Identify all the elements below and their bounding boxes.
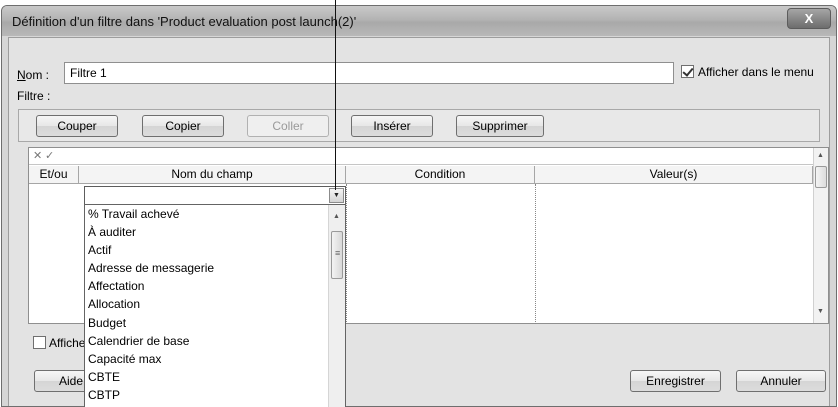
list-item[interactable]: À auditer [85,223,345,241]
insert-button[interactable]: Insérer [351,115,433,137]
show-related-checkbox[interactable] [33,336,46,349]
list-item[interactable]: Calendrier de base [85,332,345,350]
close-icon: X [804,11,814,26]
list-item[interactable]: % Travail achevé [85,205,345,223]
column-header-field-name[interactable]: Nom du champ [79,166,346,184]
window-title: Définition d'un filtre dans 'Product eva… [12,14,357,29]
name-label: Nom : [17,68,50,82]
save-button[interactable]: Enregistrer [630,370,721,392]
list-item[interactable]: Adresse de messagerie [85,259,345,277]
show-related-label: Affiche [49,336,86,350]
list-scrollbar[interactable]: ▲ ≡ [328,205,345,407]
column-header-condition[interactable]: Condition [346,166,535,184]
column-header-and-or[interactable]: Et/ou [29,166,79,184]
grid-scroll-thumb[interactable] [815,166,827,188]
filter-label: Filtre : [17,89,51,103]
scroll-up-icon[interactable]: ▲ [333,213,340,220]
list-item[interactable]: Allocation [85,295,345,313]
column-divider [346,184,347,324]
list-item[interactable]: Budget [85,314,345,332]
grid-scrollbar[interactable]: ▲ ▼ [813,148,828,323]
paste-button[interactable]: Coller [247,115,329,137]
column-header-values[interactable]: Valeur(s) [535,166,813,184]
grip-icon: ≡ [335,248,341,258]
show-in-menu-label: Afficher dans le menu [698,65,814,79]
title-bar: Définition d'un filtre dans 'Product eva… [2,6,836,36]
copy-button[interactable]: Copier [142,115,224,137]
field-name-combobox[interactable]: ▼ [84,186,346,205]
list-scroll-thumb[interactable]: ≡ [331,231,343,279]
list-item[interactable]: CBTP [85,386,345,404]
scroll-down-icon[interactable]: ▼ [817,308,824,315]
cancel-edit-icon[interactable]: ✕ [33,149,42,162]
scroll-up-icon[interactable]: ▲ [817,152,824,159]
list-item[interactable]: Affectation [85,277,345,295]
field-name-dropdown-list: % Travail achevé À auditer Actif Adresse… [84,204,346,407]
delete-button[interactable]: Supprimer [456,115,544,137]
accept-edit-icon[interactable]: ✓ [45,149,54,162]
callout-line [335,0,336,190]
column-divider [535,184,536,324]
show-in-menu-checkbox[interactable] [681,65,694,78]
edit-toolbar: Couper Copier Coller Insérer Supprimer [18,109,820,142]
close-button[interactable]: X [787,8,831,29]
chevron-down-icon[interactable]: ▼ [329,188,344,203]
cut-button[interactable]: Couper [36,115,118,137]
cancel-button[interactable]: Annuler [736,370,826,392]
name-input[interactable]: Filtre 1 [64,62,674,84]
list-item[interactable]: Actif [85,241,345,259]
grid-edit-bar: ✕ ✓ [29,148,813,165]
list-item[interactable]: Capacité max [85,350,345,368]
list-item[interactable]: CBTE [85,368,345,386]
